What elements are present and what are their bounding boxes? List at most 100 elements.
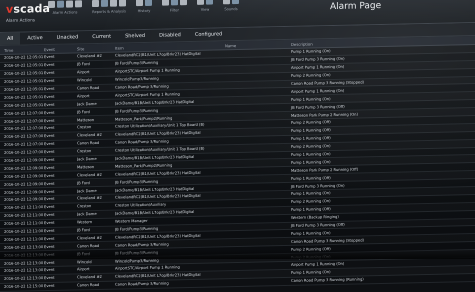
cell-event: Event xyxy=(44,165,55,170)
tab-unacked[interactable]: Unacked xyxy=(50,31,86,44)
cell-name xyxy=(225,194,287,195)
cell-site: JB Ford xyxy=(77,228,90,233)
columns-icon[interactable] xyxy=(197,0,204,5)
cell-event: Event xyxy=(44,189,55,194)
tab-all[interactable]: All xyxy=(0,32,21,45)
cell-name xyxy=(225,155,287,156)
cell-site: Cleveland #2 xyxy=(77,133,102,138)
mute-icon[interactable] xyxy=(232,0,239,5)
column-header-time[interactable]: Time xyxy=(0,47,44,53)
cell-item: Canon Road/Pump 3/Running xyxy=(115,281,169,287)
cell-time: 2016-10-22 12:11:00 xyxy=(4,237,44,242)
sort-icon[interactable] xyxy=(180,0,187,6)
cell-time: 2016-10-22 12:05:01 xyxy=(4,71,44,77)
monitor-screen: vscada Alarm Actions Alarm Actions Repor… xyxy=(0,0,475,292)
app-logo: vscada xyxy=(6,1,51,16)
cell-description: Pump 1 Running (On) xyxy=(291,49,331,55)
cell-time: 2016-10-22 12:11:00 xyxy=(4,213,44,219)
cell-time: 2016-10-22 12:13:00 xyxy=(4,260,44,266)
cell-site: JB Ford xyxy=(77,62,90,67)
clear-filter-icon[interactable] xyxy=(171,0,178,6)
cell-name xyxy=(225,187,287,188)
cell-event: Event xyxy=(44,118,55,123)
cell-event: Event xyxy=(44,134,55,139)
cell-name xyxy=(225,60,287,61)
column-header-event[interactable]: Event xyxy=(44,46,77,51)
cell-name xyxy=(225,116,287,117)
cell-site: Cleveland #2 xyxy=(77,54,102,59)
cell-description: Pump 2 Running (On) xyxy=(291,199,331,205)
layout-icon[interactable] xyxy=(206,0,213,5)
cell-description: Pump 1 Running (Off) xyxy=(291,207,331,213)
cell-site: Airport xyxy=(77,94,90,99)
ribbon-group-label: Alarm Actions xyxy=(52,10,78,15)
cell-event: Event xyxy=(44,55,55,60)
ribbon-group-label: View xyxy=(200,7,210,12)
cell-event: Event xyxy=(44,94,55,99)
cell-name xyxy=(225,242,287,243)
export-icon[interactable] xyxy=(110,0,117,7)
cell-time: 2016-10-22 12:07:00 xyxy=(4,134,44,140)
tab-active[interactable]: Active xyxy=(20,32,49,45)
cell-time: 2016-10-22 12:09:00 xyxy=(4,181,44,187)
speaker-icon[interactable] xyxy=(223,0,230,5)
cell-description: Pump 1 Running (On) xyxy=(291,152,331,157)
column-header-description[interactable]: Description xyxy=(287,39,391,46)
cell-event: Event xyxy=(44,86,55,92)
cell-description: JB Ford Pump 3 Running (Off) xyxy=(291,222,345,228)
cell-item: JackDame/B1B/Unit L7op/Brkr23 HatDigital xyxy=(115,99,195,106)
cell-time: 2016-10-22 12:15:00 xyxy=(4,284,44,290)
ribbon-group-view: View xyxy=(197,0,213,26)
cell-description: Pump 2 Running (On) xyxy=(291,144,331,150)
cell-site: Creston xyxy=(77,204,92,209)
cell-item: ClevelandRC2(B1/Unit L7op/Brkr23) HatDig… xyxy=(115,131,201,137)
tab-disabled[interactable]: Disabled xyxy=(152,29,188,42)
cell-description: Western (Backup Ringing) xyxy=(291,215,339,221)
cell-item: ClevelandRC2(B1/Unit L7op/Brkr23) HatDig… xyxy=(115,170,201,177)
cell-site: Matteson xyxy=(77,164,95,170)
disable-icon[interactable] xyxy=(66,0,73,8)
column-header-site[interactable]: Site xyxy=(77,45,115,51)
shelve-icon[interactable] xyxy=(57,0,64,8)
cell-site: Cleveland #2 xyxy=(77,235,102,241)
cell-description: JB Ford Pump 3 Running (Off) xyxy=(291,104,345,110)
cell-item: JB Ford/Pump3/Running xyxy=(115,179,159,185)
tab-current[interactable]: Current xyxy=(85,31,118,44)
app-subtitle: Alarm Actions xyxy=(6,17,35,23)
cell-site: Jack Dame xyxy=(77,212,97,217)
cell-time: 2016-10-22 12:09:00 xyxy=(4,197,44,203)
report-icon[interactable] xyxy=(92,0,99,8)
column-header-name[interactable]: Name xyxy=(225,41,287,48)
cell-description: Airport Pump 1 Running (On) xyxy=(291,65,345,71)
history-icon[interactable] xyxy=(136,0,143,7)
analysis-icon[interactable] xyxy=(101,0,108,7)
cell-name xyxy=(225,171,287,172)
cell-site: Creston xyxy=(77,125,92,130)
tab-configured[interactable]: Configured xyxy=(188,28,229,41)
cell-event: Event xyxy=(44,228,55,234)
cell-name xyxy=(225,234,287,235)
calendar-icon[interactable] xyxy=(145,0,152,6)
cell-item: ClevelandRC2(B1/Unit L7op/Brkr23) HatDig… xyxy=(115,233,201,240)
cell-event: Event xyxy=(44,213,55,218)
column-header-item[interactable]: Item xyxy=(115,43,225,50)
cell-time: 2016-10-22 12:05:01 xyxy=(4,102,44,108)
ribbon-groups: Alarm Actions Reports & Analysis History xyxy=(48,0,239,29)
cell-name xyxy=(225,218,287,219)
cell-name xyxy=(225,281,287,282)
cell-item: WincoldPump3/Running xyxy=(115,76,159,82)
cell-event: Event xyxy=(44,110,55,115)
tab-shelved[interactable]: Shelved xyxy=(118,30,152,43)
cell-item: AirportSTC/Airport Pump 1 Running xyxy=(115,68,180,74)
cell-name xyxy=(225,265,287,266)
cell-name xyxy=(225,202,287,203)
comment-icon[interactable] xyxy=(75,0,82,8)
cell-site: Jack Dame xyxy=(77,188,97,193)
cell-description: Airport Pump 1 Running (On) xyxy=(291,88,345,94)
print-icon[interactable] xyxy=(119,0,126,7)
cell-description: JB Ford Pump 3 Running (On) xyxy=(291,57,345,63)
cell-item: Canon Road/Pump 3/Running xyxy=(115,139,169,145)
acknowledge-icon[interactable] xyxy=(48,0,55,8)
cell-name xyxy=(225,139,287,140)
filter-icon[interactable] xyxy=(162,0,169,6)
